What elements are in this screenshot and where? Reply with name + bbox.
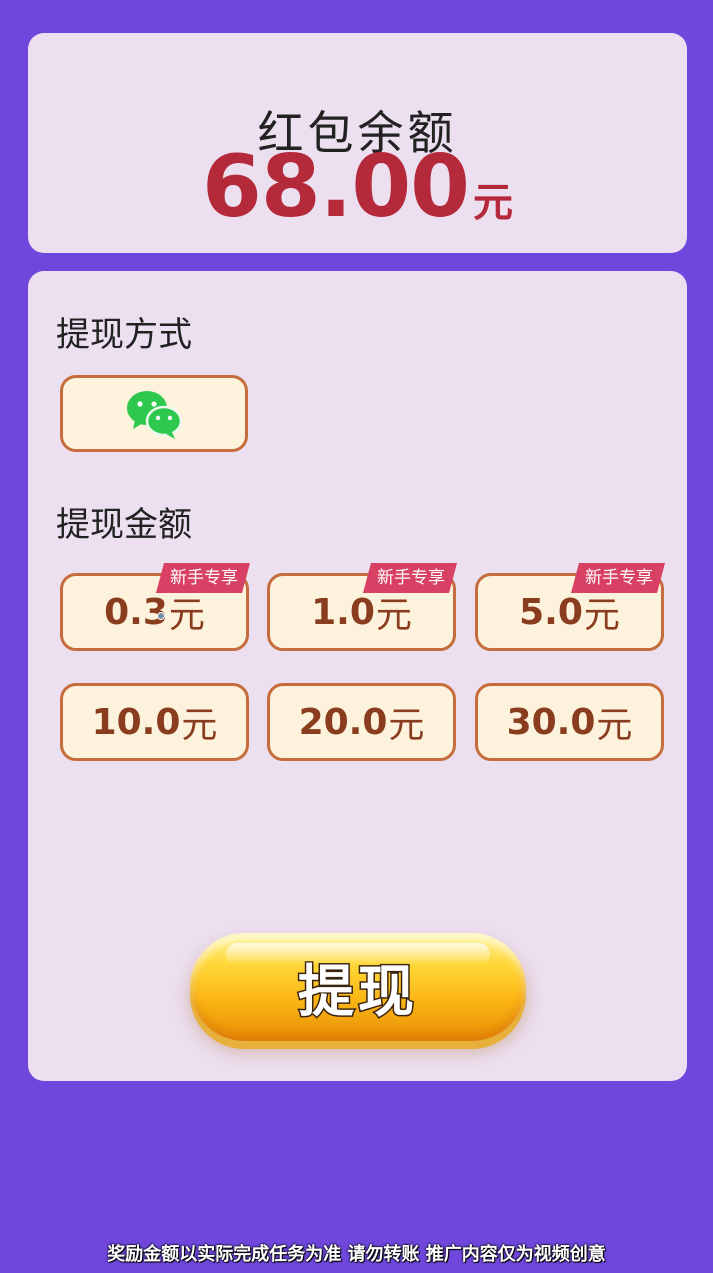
- newbie-tag: 新手专享: [571, 563, 665, 593]
- amount-value: 5.0: [519, 591, 583, 633]
- amount-value: 20.0: [298, 701, 388, 743]
- cursor-indicator: [157, 612, 165, 620]
- amount-option-20-0[interactable]: 20.0 元: [267, 683, 456, 761]
- newbie-tag: 新手专享: [363, 563, 457, 593]
- balance-amount: 68.00 元: [28, 137, 687, 237]
- amount-unit: 元: [388, 705, 425, 746]
- amount-option-1-0[interactable]: 1.0 元 新手专享: [267, 573, 456, 651]
- newbie-tag: 新手专享: [156, 563, 250, 593]
- amount-option-5-0[interactable]: 5.0 元 新手专享: [475, 573, 664, 651]
- amount-option-30-0[interactable]: 30.0 元: [475, 683, 664, 761]
- wechat-icon: [127, 390, 183, 439]
- amount-value: 30.0: [506, 701, 596, 743]
- withdraw-amount-label: 提现金额: [56, 505, 192, 545]
- amount-unit: 元: [596, 705, 633, 746]
- amount-unit: 元: [181, 705, 218, 746]
- balance-value: 68.00: [201, 137, 470, 237]
- button-shine: [226, 943, 490, 965]
- balance-card: 红包余额 68.00 元: [28, 33, 687, 253]
- withdraw-method-label: 提现方式: [56, 315, 192, 355]
- amount-option-10-0[interactable]: 10.0 元: [60, 683, 249, 761]
- withdraw-button[interactable]: 提现: [190, 933, 526, 1041]
- wechat-method-option[interactable]: [60, 375, 248, 452]
- amount-value: 10.0: [91, 701, 181, 743]
- amount-unit: 元: [583, 595, 620, 636]
- amount-value: 1.0: [311, 591, 375, 633]
- balance-unit: 元: [473, 180, 514, 226]
- amount-unit: 元: [168, 595, 205, 636]
- disclaimer-text: 奖励金额以实际完成任务为准 请勿转账 推广内容仅为视频创意: [107, 1244, 606, 1265]
- withdraw-card: 提现方式 提现金额 0.3 元 新手专享 1.0 元 新手专享 5.0 元 新手专享 …: [28, 271, 687, 1081]
- amount-unit: 元: [375, 595, 412, 636]
- amount-option-0-3[interactable]: 0.3 元 新手专享: [60, 573, 249, 651]
